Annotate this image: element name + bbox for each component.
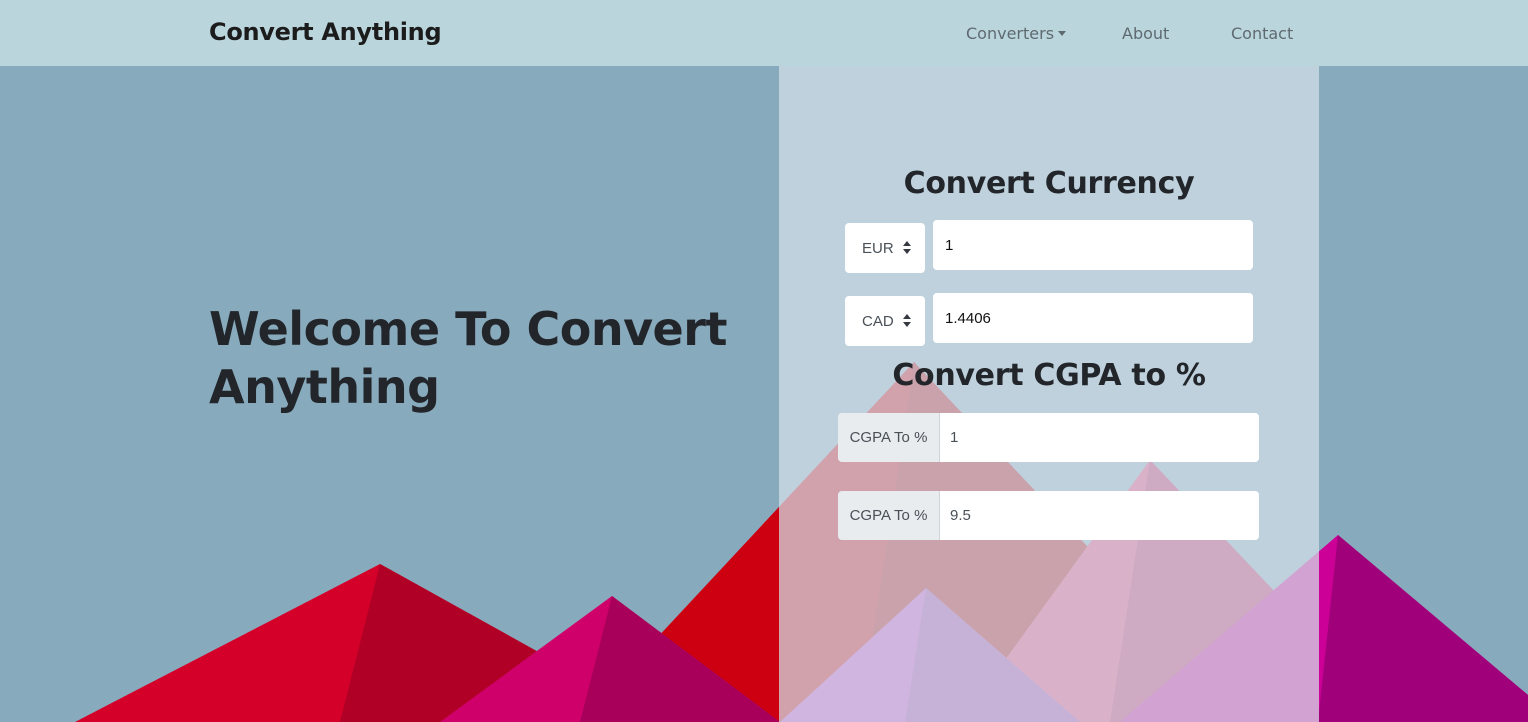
percent-input[interactable] — [940, 491, 1259, 540]
cgpa-input-group: CGPA To % — [838, 413, 1259, 462]
cgpa-section-title: Convert CGPA to % — [892, 358, 1206, 393]
caret-down-icon — [1058, 31, 1067, 36]
select-arrows-icon — [903, 314, 911, 328]
nav-about[interactable]: About — [1122, 24, 1169, 43]
converter-panel — [779, 66, 1319, 722]
hero-title: Welcome To Convert Anything — [209, 302, 727, 414]
to-currency-value: CAD — [862, 313, 894, 330]
brand-logo[interactable]: Convert Anything — [209, 18, 442, 46]
cgpa-input[interactable] — [940, 413, 1259, 462]
currency-section-title: Convert Currency — [903, 166, 1195, 201]
nav-contact[interactable]: Contact — [1231, 24, 1293, 43]
select-arrows-icon — [903, 241, 911, 255]
nav-converters-dropdown[interactable]: Converters — [966, 24, 1067, 43]
to-currency-select[interactable]: CAD — [845, 296, 925, 346]
from-currency-select[interactable]: EUR — [845, 223, 925, 273]
from-amount-input[interactable] — [933, 220, 1253, 270]
percent-input-group: CGPA To % — [838, 491, 1259, 540]
nav-converters-label: Converters — [966, 24, 1055, 43]
page: Convert Anything Converters About Contac… — [0, 0, 1528, 722]
to-amount-input[interactable] — [933, 293, 1253, 343]
cgpa-addon-label: CGPA To % — [838, 413, 940, 462]
navbar: Convert Anything Converters About Contac… — [0, 0, 1528, 66]
percent-addon-label: CGPA To % — [838, 491, 940, 540]
from-currency-value: EUR — [862, 240, 894, 257]
